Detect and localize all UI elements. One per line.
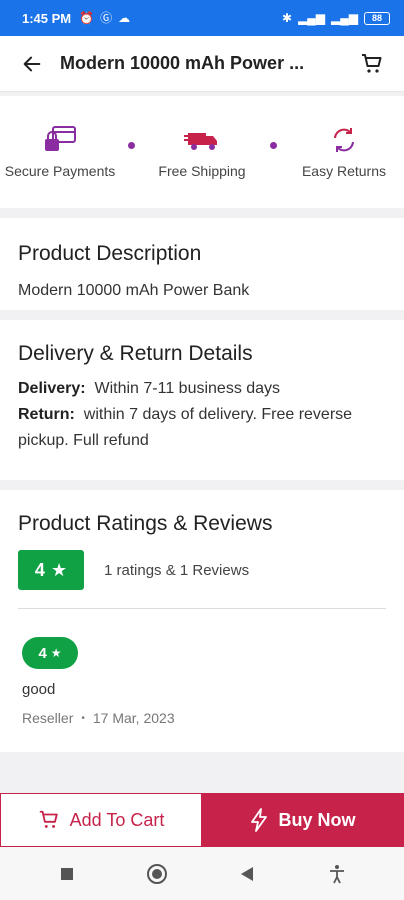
circle-icon: [147, 863, 167, 884]
signal-icon: ▂▄▆: [298, 11, 326, 25]
average-rating-badge: 4 ★: [18, 550, 84, 590]
rating-count-text: 1 ratings & 1 Reviews: [104, 561, 250, 579]
feature-label-shipping: Free Shipping: [158, 163, 246, 179]
feature-easy-returns: Easy Returns: [284, 125, 404, 179]
return-line: Return: within 7 days of delivery. Free …: [18, 402, 386, 454]
description-title: Product Description: [18, 242, 202, 265]
return-label: Return:: [18, 406, 75, 423]
feature-separator-dot: [269, 141, 277, 149]
feature-free-shipping: Free Shipping: [142, 125, 262, 179]
feature-separator-dot: [127, 141, 135, 149]
feature-label-returns: Easy Returns: [301, 163, 387, 179]
app-notification-icon: Ⓖ: [100, 11, 113, 25]
delivery-label: Delivery:: [18, 380, 86, 397]
delivery-title: Delivery & Return Details: [18, 342, 253, 365]
divider: [18, 608, 386, 609]
accessibility-icon: [330, 864, 344, 883]
back-arrow-icon: [23, 56, 41, 71]
bottom-action-bar: Add To Cart Buy Now: [0, 793, 404, 847]
feature-label-secure: Secure Payments: [4, 163, 116, 179]
review-date: 17 Mar, 2023: [92, 710, 175, 726]
ratings-title: Product Ratings & Reviews: [18, 512, 273, 535]
accessibility-button[interactable]: [322, 859, 352, 889]
ratings-section: Product Ratings & Reviews 4 ★ 1 ratings …: [0, 490, 404, 752]
back-button[interactable]: [14, 46, 50, 82]
square-icon: [61, 867, 73, 880]
feature-secure-payments: Secure Payments: [0, 125, 120, 179]
add-to-cart-button[interactable]: Add To Cart: [0, 793, 202, 847]
features-strip: Secure Payments Free Shipping Easy Retur…: [0, 96, 404, 208]
description-text: Modern 10000 mAh Power Bank: [18, 282, 250, 299]
cart-button[interactable]: [354, 46, 390, 82]
triangle-back-icon: [241, 866, 253, 881]
app-bar: Modern 10000 mAh Power ...: [0, 36, 404, 92]
review-text: good: [22, 681, 56, 698]
review-author: Reseller: [22, 710, 74, 726]
rating-summary: 4 ★ 1 ratings & 1 Reviews: [18, 550, 386, 590]
review-meta: Reseller • 17 Mar, 2023: [22, 710, 386, 726]
recents-button[interactable]: [52, 859, 82, 889]
truck-icon: [184, 133, 217, 150]
buy-now-button[interactable]: Buy Now: [202, 793, 404, 847]
alarm-icon: ⏰: [79, 11, 95, 25]
battery-icon: 88: [364, 11, 390, 25]
secure-payment-icon: [45, 126, 76, 151]
status-time: 1:45 PM: [22, 10, 72, 26]
signal-icon-2: ▂▄▆: [331, 11, 358, 25]
home-button[interactable]: [142, 859, 172, 889]
cart-icon: [39, 810, 58, 828]
delivery-section: Delivery & Return Details Delivery: With…: [0, 320, 404, 480]
average-rating-value: 4: [34, 559, 45, 580]
buy-now-label: Buy Now: [278, 809, 356, 830]
star-icon: ★: [50, 559, 68, 580]
review-rating-badge: 4 ★: [22, 637, 78, 669]
lightning-icon: [251, 808, 268, 832]
star-icon: ★: [50, 646, 62, 660]
page-title: Modern 10000 mAh Power ...: [60, 53, 305, 73]
status-bar: 1:45 PM ⏰ Ⓖ ☁ ✱ ▂▄▆ ▂▄▆ 88: [0, 0, 404, 36]
system-navigation-bar: [0, 847, 404, 900]
returns-icon: [334, 128, 354, 152]
back-nav-button[interactable]: [232, 859, 262, 889]
cloud-icon: ☁: [118, 11, 131, 25]
delivery-value: Within 7-11 business days: [94, 380, 281, 397]
review-rating-value: 4: [38, 644, 47, 662]
review-separator: •: [81, 712, 85, 724]
product-description-section: Product Description Modern 10000 mAh Pow…: [0, 218, 404, 310]
bluetooth-icon: ✱: [282, 11, 293, 25]
add-to-cart-label: Add To Cart: [69, 809, 165, 830]
cart-icon: [362, 53, 382, 73]
delivery-line: Delivery: Within 7-11 business days: [18, 376, 386, 402]
